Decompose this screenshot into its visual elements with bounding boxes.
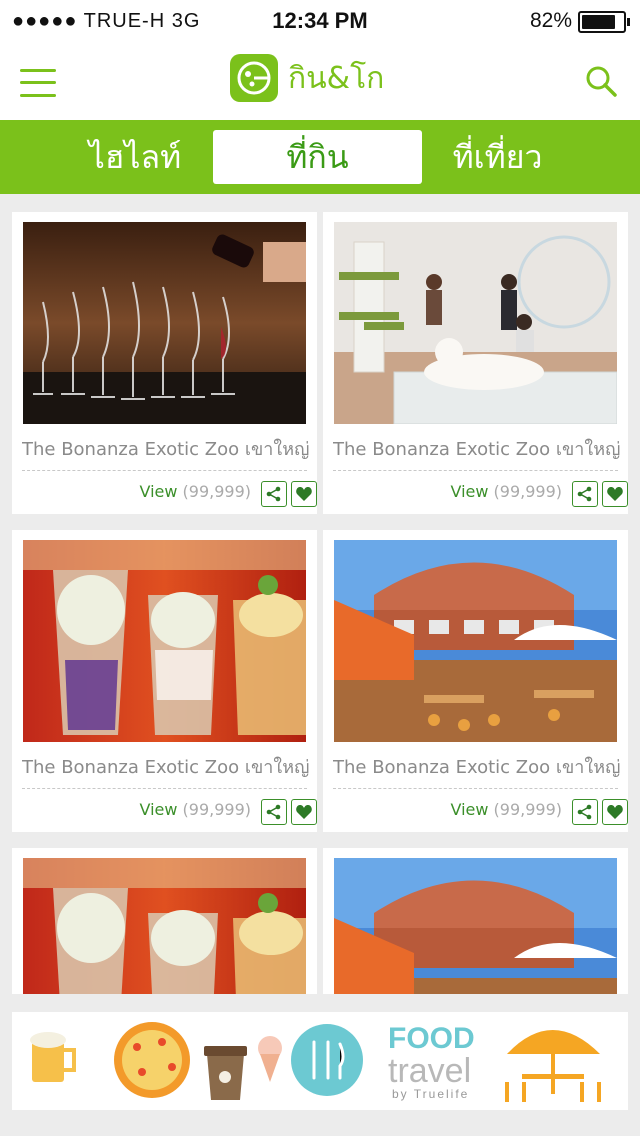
cutlery-icon	[291, 1024, 363, 1096]
place-title[interactable]: The Bonanza Exotic Zoo เขาใหญ่	[333, 752, 623, 781]
search-icon[interactable]	[584, 64, 618, 98]
view-count: View (99,999)	[450, 482, 562, 501]
place-title[interactable]: The Bonanza Exotic Zoo เขาใหญ่	[22, 434, 312, 463]
ice-cream-glasses-photo[interactable]	[23, 858, 306, 994]
view-label: View	[450, 800, 489, 819]
place-card[interactable]	[12, 848, 317, 994]
place-card[interactable]: The Bonanza Exotic Zoo เขาใหญ่ View (99,…	[323, 212, 628, 514]
logo-icon	[230, 54, 278, 102]
outdoor-restaurant-photo[interactable]	[334, 858, 617, 994]
view-count: View (99,999)	[450, 800, 562, 819]
place-card[interactable]: The Bonanza Exotic Zoo เขาใหญ่ View (99,…	[12, 530, 317, 832]
place-grid: The Bonanza Exotic Zoo เขาใหญ่ View (99,…	[12, 212, 628, 994]
battery-fill	[582, 15, 615, 29]
outdoor-restaurant-photo[interactable]	[334, 540, 617, 742]
divider	[333, 788, 618, 789]
divider	[333, 470, 618, 471]
heart-icon[interactable]	[602, 799, 628, 825]
count-value: (99,999)	[182, 800, 251, 819]
tab-eat[interactable]: ที่กิน	[213, 130, 422, 184]
app-header: กิน&โก	[0, 40, 640, 120]
heart-icon[interactable]	[291, 799, 317, 825]
share-icon[interactable]	[572, 481, 598, 507]
share-icon[interactable]	[261, 799, 287, 825]
banner-travel-text: travel	[388, 1052, 471, 1090]
tab-highlight[interactable]: ไฮไลท์	[60, 130, 210, 184]
tab-travel[interactable]: ที่เที่ยว	[425, 130, 570, 184]
count-value: (99,999)	[493, 800, 562, 819]
status-bar: ●●●●● TRUE-H 3G 12:34 PM 82%	[0, 0, 640, 40]
food-travel-banner[interactable]: FOOD travel by Truelife	[12, 1012, 628, 1110]
divider	[22, 470, 307, 471]
beer-mug-icon	[30, 1032, 76, 1082]
banner-by-text: by Truelife	[392, 1087, 469, 1101]
place-title[interactable]: The Bonanza Exotic Zoo เขาใหญ่	[333, 434, 623, 463]
share-icon[interactable]	[572, 799, 598, 825]
heart-icon[interactable]	[291, 481, 317, 507]
place-card[interactable]: The Bonanza Exotic Zoo เขาใหญ่ View (99,…	[12, 212, 317, 514]
count-value: (99,999)	[493, 482, 562, 501]
cat-cafe-photo[interactable]	[334, 222, 617, 424]
app-logo[interactable]: กิน&โก	[230, 53, 384, 103]
category-tab-bar: ไฮไลท์ ที่กิน ที่เที่ยว	[0, 120, 640, 194]
divider	[22, 788, 307, 789]
battery-percent: 82%	[529, 9, 572, 32]
view-label: View	[450, 482, 489, 501]
place-card[interactable]: The Bonanza Exotic Zoo เขาใหญ่ View (99,…	[323, 530, 628, 832]
view-label: View	[139, 800, 178, 819]
logo-text: กิน&โก	[288, 60, 385, 96]
coffee-cup-icon	[204, 1046, 247, 1100]
ice-cream-glasses-photo[interactable]	[23, 540, 306, 742]
umbrella-table-icon	[505, 1030, 601, 1102]
view-count: View (99,999)	[139, 482, 251, 501]
view-label: View	[139, 482, 178, 501]
banner-food-text: FOOD	[388, 1022, 475, 1055]
wine-glasses-photo[interactable]	[23, 222, 306, 424]
ice-cream-icon	[258, 1036, 282, 1082]
pizza-icon	[114, 1022, 190, 1098]
place-title[interactable]: The Bonanza Exotic Zoo เขาใหญ่	[22, 752, 312, 781]
battery-icon	[578, 11, 630, 33]
count-value: (99,999)	[182, 482, 251, 501]
view-count: View (99,999)	[139, 800, 251, 819]
hamburger-menu-icon[interactable]	[20, 66, 56, 100]
heart-icon[interactable]	[602, 481, 628, 507]
place-card[interactable]	[323, 848, 628, 994]
share-icon[interactable]	[261, 481, 287, 507]
